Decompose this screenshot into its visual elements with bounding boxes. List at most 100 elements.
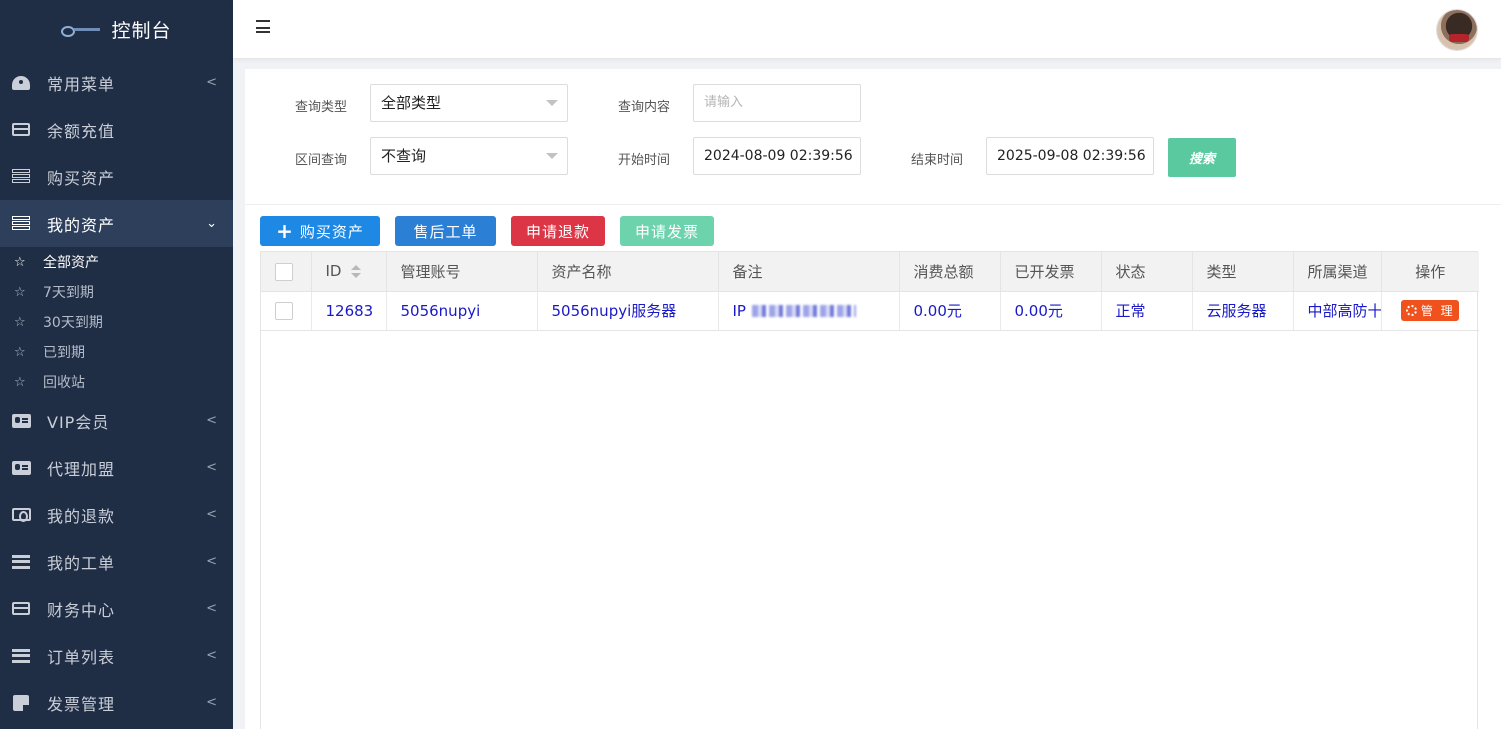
submenu-item-all-assets[interactable]: ☆ 全部资产	[0, 247, 233, 277]
cell-id: 12683	[311, 291, 387, 331]
chevron-left-icon: <	[206, 648, 217, 663]
sort-icon[interactable]	[351, 264, 362, 279]
submenu-item-30-days[interactable]: ☆ 30天到期	[0, 307, 233, 337]
header-channel: 所属渠道	[1293, 252, 1382, 292]
cell-status: 正常	[1101, 291, 1193, 331]
chevron-left-icon: <	[206, 554, 217, 569]
search-button[interactable]: 搜索	[1168, 138, 1236, 177]
caret-down-icon	[546, 153, 558, 159]
cell-asset-name: 5056nupyi服务器	[537, 291, 719, 331]
star-icon: ☆	[14, 314, 26, 330]
invoice-request-button[interactable]: 申请发票	[620, 216, 714, 246]
cell-total: 0.00元	[899, 291, 1001, 331]
header-total: 消费总额	[899, 252, 1001, 292]
row-select-cell	[261, 291, 312, 331]
submenu-item-label: 30天到期	[43, 315, 103, 331]
start-time-label: 开始时间	[618, 153, 671, 168]
start-time-input[interactable]: 2024-08-09 02:39:56	[693, 137, 861, 175]
header-id[interactable]: ID	[311, 252, 387, 292]
star-icon: ☆	[14, 254, 26, 270]
brand-logo	[61, 24, 101, 37]
assets-table: ID 管理账号 资产名称 备注 消费总额 已开发票 状态 类型 所属渠道 操作 …	[260, 251, 1479, 729]
chevron-left-icon: <	[206, 695, 217, 710]
star-icon: ☆	[14, 284, 26, 300]
header-invoiced: 已开发票	[1000, 252, 1102, 292]
select-all-cell	[261, 252, 312, 292]
row-checkbox[interactable]	[275, 301, 293, 320]
header-note: 备注	[718, 252, 900, 292]
sidebar-item-vip[interactable]: VIP会员 <	[0, 397, 233, 444]
action-bar: + 购买资产 售后工单 申请退款 申请发票	[260, 216, 714, 246]
main-panel: 查询类型 全部类型 查询内容 请输入 区间查询 不查询 开始时间 2024-08…	[245, 69, 1501, 729]
header-action: 操作	[1381, 252, 1479, 292]
chevron-left-icon: <	[206, 460, 217, 475]
chevron-left-icon: <	[206, 75, 217, 90]
sidebar-item-label: 财务中心	[47, 600, 116, 620]
cell-channel: 中部高防十	[1293, 291, 1382, 331]
submenu-item-7-days[interactable]: ☆ 7天到期	[0, 277, 233, 307]
list-icon	[11, 648, 31, 664]
sidebar-item-tickets[interactable]: 我的工单 <	[0, 538, 233, 585]
brand: 控制台	[0, 0, 233, 59]
sidebar-item-orders[interactable]: 订单列表 <	[0, 632, 233, 679]
sidebar-item-label: 发票管理	[47, 694, 116, 714]
aftersale-ticket-button[interactable]: 售后工单	[395, 216, 496, 246]
chevron-left-icon: <	[206, 507, 217, 522]
refund-request-button[interactable]: 申请退款	[511, 216, 605, 246]
end-time-label: 结束时间	[911, 153, 964, 168]
table-row: 12683 5056nupyi 5056nupyi服务器 IP 0.00元 0.…	[261, 291, 1479, 331]
header-asset-name: 资产名称	[537, 252, 719, 292]
cell-note: IP	[718, 291, 900, 331]
sidebar: 控制台 常用菜单 < 余额充值 购买资产 我的资产 ⌄ ☆ 全部资产 ☆ 7天到…	[0, 0, 233, 729]
query-type-select[interactable]: 全部类型	[370, 84, 568, 122]
sidebar-item-recharge[interactable]: 余额充值	[0, 106, 233, 153]
cell-action: 管 理	[1381, 291, 1479, 331]
submenu-item-expired[interactable]: ☆ 已到期	[0, 337, 233, 367]
chevron-down-icon: ⌄	[206, 216, 217, 231]
sidebar-item-label: 购买资产	[47, 168, 116, 188]
buy-asset-button[interactable]: + 购买资产	[260, 216, 380, 246]
header-account: 管理账号	[386, 252, 538, 292]
submenu-item-label: 7天到期	[43, 285, 94, 301]
header-type: 类型	[1192, 252, 1294, 292]
id-card-icon	[11, 460, 31, 476]
sidebar-item-invoices[interactable]: 发票管理 <	[0, 679, 233, 726]
query-content-input[interactable]: 请输入	[693, 84, 861, 122]
dashboard-icon	[11, 75, 31, 91]
submenu-item-label: 全部资产	[43, 255, 99, 271]
hamburger-menu-icon[interactable]	[256, 20, 270, 33]
server-icon	[11, 169, 31, 185]
sidebar-item-finance[interactable]: 财务中心 <	[0, 585, 233, 632]
credit-card-icon	[11, 122, 31, 138]
query-content-label: 查询内容	[618, 100, 671, 115]
plus-icon: +	[276, 219, 294, 243]
sidebar-item-label: 余额充值	[47, 121, 116, 141]
server-icon	[11, 216, 31, 232]
sidebar-item-common-menu[interactable]: 常用菜单 <	[0, 59, 233, 106]
range-query-select[interactable]: 不查询	[370, 137, 568, 175]
cell-invoiced: 0.00元	[1000, 291, 1102, 331]
sidebar-item-buy-assets[interactable]: 购买资产	[0, 153, 233, 200]
submenu-item-recycle-bin[interactable]: ☆ 回收站	[0, 367, 233, 397]
gear-icon	[1405, 305, 1417, 316]
star-icon: ☆	[14, 344, 26, 360]
star-icon: ☆	[14, 374, 26, 390]
select-all-checkbox[interactable]	[275, 262, 293, 281]
sidebar-item-my-assets[interactable]: 我的资产 ⌄	[0, 200, 233, 247]
query-type-value: 全部类型	[381, 94, 442, 112]
sidebar-item-label: 订单列表	[47, 647, 116, 667]
money-icon	[11, 507, 31, 523]
credit-card-icon	[11, 601, 31, 617]
sidebar-item-refunds[interactable]: 我的退款 <	[0, 491, 233, 538]
query-type-label: 查询类型	[295, 100, 348, 115]
brand-title: 控制台	[111, 20, 172, 42]
sidebar-item-label: 我的工单	[47, 553, 116, 573]
sidebar-item-agent[interactable]: 代理加盟 <	[0, 444, 233, 491]
manage-button[interactable]: 管 理	[1401, 300, 1460, 321]
submenu-item-label: 已到期	[43, 345, 85, 361]
chevron-left-icon: <	[206, 413, 217, 428]
end-time-input[interactable]: 2025-09-08 02:39:56	[986, 137, 1154, 175]
filter-form: 查询类型 全部类型 查询内容 请输入 区间查询 不查询 开始时间 2024-08…	[245, 69, 1501, 205]
sidebar-item-label: 我的资产	[47, 215, 116, 235]
avatar[interactable]	[1437, 10, 1477, 50]
